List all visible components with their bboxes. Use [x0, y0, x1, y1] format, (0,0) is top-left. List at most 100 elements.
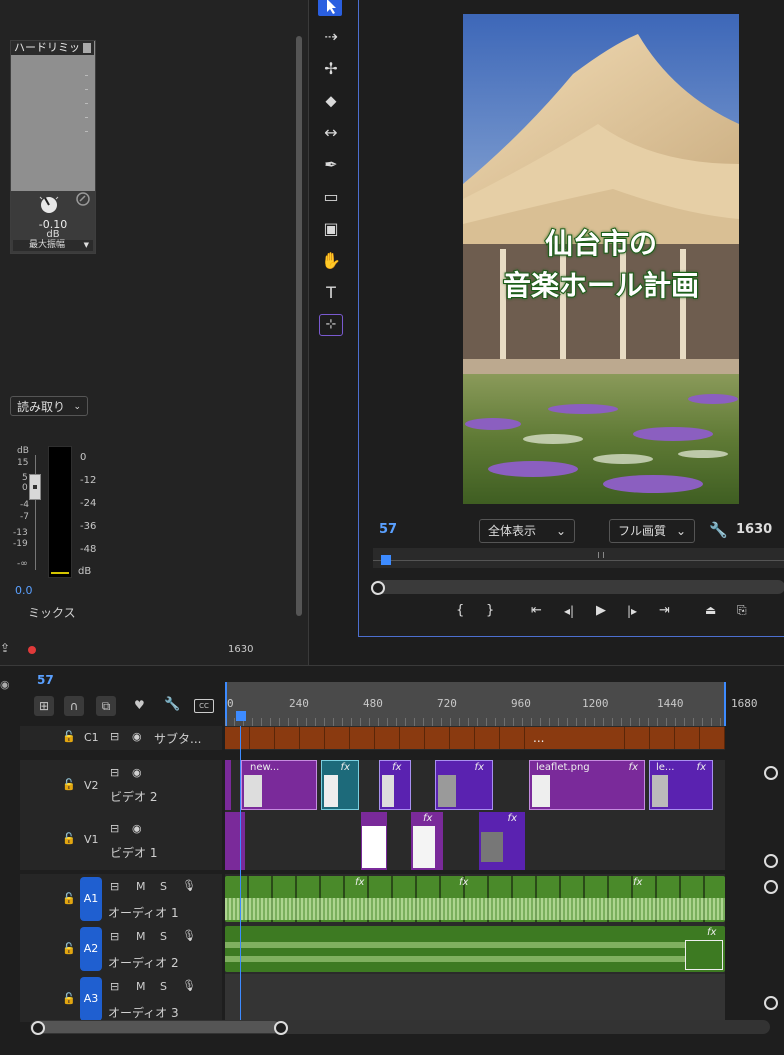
parameter-knob-icon[interactable]	[37, 193, 61, 217]
lock-icon[interactable]: 🔓	[62, 778, 76, 791]
audio-transition[interactable]	[685, 940, 723, 970]
generative-tool-button[interactable]: ⊹	[319, 314, 343, 336]
lock-icon[interactable]: 🔓	[62, 942, 76, 955]
track-v2-area[interactable]: new... fx fx fx leaflet.png fx le... fx	[225, 760, 725, 812]
track-target-a3[interactable]: A3	[80, 977, 102, 1021]
effect-name[interactable]: ハードリミッ	[11, 41, 94, 55]
video-clip[interactable]: fx	[379, 760, 411, 810]
video-clip[interactable]: fx	[479, 812, 525, 870]
track-select-tool-button[interactable]: ⇢	[319, 26, 343, 48]
lock-icon[interactable]: 🔓	[62, 892, 76, 905]
video-clip[interactable]	[225, 812, 245, 870]
automation-mode-dropdown[interactable]: 読み取り ⌄	[10, 396, 88, 416]
timeline-scroll-thumb[interactable]	[36, 1021, 280, 1033]
track-scroll-handle[interactable]	[764, 854, 778, 868]
zoom-dropdown[interactable]: 全体表示 ⌄	[479, 519, 575, 543]
lock-icon[interactable]: 🔓	[62, 832, 76, 845]
track-output-icon[interactable]: ⊟	[110, 822, 119, 835]
audio-clip[interactable]	[225, 926, 725, 972]
step-back-button[interactable]: ◂|	[564, 604, 574, 618]
mute-button[interactable]: M	[136, 980, 146, 993]
program-current-time[interactable]: 57	[379, 522, 397, 537]
video-clip[interactable]: le... fx	[649, 760, 713, 810]
extract-button[interactable]: ⎘	[737, 603, 747, 618]
eye-icon[interactable]: ◉	[132, 766, 142, 779]
pen-tool-button[interactable]: ✒	[319, 154, 343, 176]
remix-tool-button[interactable]: ▣	[319, 218, 343, 240]
mute-button[interactable]: M	[136, 930, 146, 943]
captions-icon[interactable]: CC	[194, 699, 214, 713]
caption-clip[interactable]: ...	[527, 727, 617, 749]
add-marker-icon[interactable]: ♥	[134, 698, 145, 712]
track-output-icon[interactable]: ⊟	[110, 980, 119, 993]
track-target-a2[interactable]: A2	[80, 927, 102, 971]
track-output-icon[interactable]: ⊟	[110, 930, 119, 943]
scrollbar-handle[interactable]	[371, 581, 385, 595]
quality-dropdown[interactable]: フル画質 ⌄	[609, 519, 695, 543]
video-clip[interactable]: fx	[435, 760, 493, 810]
track-output-icon[interactable]: ⊟	[110, 730, 119, 743]
video-clip[interactable]: new...	[241, 760, 317, 810]
export-icon[interactable]: ⇪	[0, 641, 10, 655]
go-to-out-button[interactable]: ⇥	[659, 603, 670, 618]
timeline-playhead[interactable]	[240, 726, 241, 1022]
microphone-icon[interactable]: 🎙	[182, 929, 196, 942]
volume-fader-handle[interactable]	[29, 474, 41, 500]
slip-tool-button[interactable]: ↔	[319, 122, 343, 144]
track-scroll-handle[interactable]	[764, 996, 778, 1010]
track-c1-area[interactable]: ...	[225, 726, 725, 750]
track-output-icon[interactable]: ⊟	[110, 880, 119, 893]
video-clip[interactable]: fx	[411, 812, 443, 870]
video-preview[interactable]: 仙台市の 音楽ホール計画	[463, 14, 739, 504]
rectangle-tool-button[interactable]: ▭	[319, 186, 343, 208]
linked-selection-icon[interactable]: ⧉	[96, 696, 116, 716]
eye-icon[interactable]: ◉	[0, 678, 10, 691]
scrollbar-handle[interactable]	[274, 1021, 288, 1035]
effect-slot-dropdown-icon[interactable]	[83, 43, 91, 53]
mark-in-button[interactable]: {	[456, 603, 464, 618]
program-zoom-scrollbar[interactable]	[373, 580, 784, 594]
mute-button[interactable]: M	[136, 880, 146, 893]
track-target-a1[interactable]: A1	[80, 877, 102, 921]
video-clip[interactable]	[361, 812, 387, 870]
parameter-link-icon[interactable]	[75, 191, 91, 207]
selection-tool-button[interactable]	[318, 0, 342, 16]
scrollbar-handle[interactable]	[31, 1021, 45, 1035]
solo-button[interactable]: S	[160, 980, 167, 993]
ripple-edit-tool-button[interactable]: ✢	[319, 58, 343, 80]
program-time-ruler[interactable]	[373, 548, 784, 568]
solo-button[interactable]: S	[160, 880, 167, 893]
insert-sequence-icon[interactable]: ⊞	[34, 696, 54, 716]
mixer-scrollbar[interactable]	[296, 36, 302, 616]
microphone-icon[interactable]: 🎙	[182, 879, 196, 892]
track-scroll-handle[interactable]	[764, 766, 778, 780]
video-clip[interactable]	[225, 760, 231, 810]
fader-value[interactable]: 0.0	[15, 584, 33, 597]
timeline-playhead-handle[interactable]	[236, 711, 246, 721]
eye-icon[interactable]: ◉	[132, 730, 142, 743]
track-a1-area[interactable]: fx fx fx	[225, 874, 725, 924]
snap-magnet-icon[interactable]: ∩	[64, 696, 84, 716]
step-forward-button[interactable]: |▸	[627, 604, 637, 618]
lift-button[interactable]: ⏏	[705, 603, 716, 617]
hand-tool-button[interactable]: ✋	[319, 250, 343, 272]
mark-out-button[interactable]: }	[486, 603, 494, 618]
track-a2-area[interactable]: fx	[225, 924, 725, 974]
play-button[interactable]: ▶	[596, 603, 606, 618]
eye-icon[interactable]: ◉	[132, 822, 142, 835]
timeline-current-time[interactable]: 57	[37, 673, 54, 687]
parameter-select[interactable]: 最大振幅 ▼	[13, 240, 93, 251]
record-icon[interactable]	[28, 646, 36, 654]
solo-button[interactable]: S	[160, 930, 167, 943]
track-scroll-handle[interactable]	[764, 880, 778, 894]
track-a3-area[interactable]	[225, 974, 725, 1022]
lock-icon[interactable]: 🔓	[62, 730, 76, 743]
playhead-marker[interactable]	[381, 555, 391, 565]
go-to-in-button[interactable]: ⇤	[531, 603, 542, 618]
wrench-icon[interactable]: 🔧	[709, 521, 728, 539]
track-output-icon[interactable]: ⊟	[110, 766, 119, 779]
effect-slot[interactable]: ハードリミッ -0.10 dB 最大振幅 ▼	[10, 40, 96, 254]
type-tool-button[interactable]: T	[319, 282, 343, 304]
lock-icon[interactable]: 🔓	[62, 992, 76, 1005]
track-v1-area[interactable]: fx fx	[225, 812, 725, 870]
